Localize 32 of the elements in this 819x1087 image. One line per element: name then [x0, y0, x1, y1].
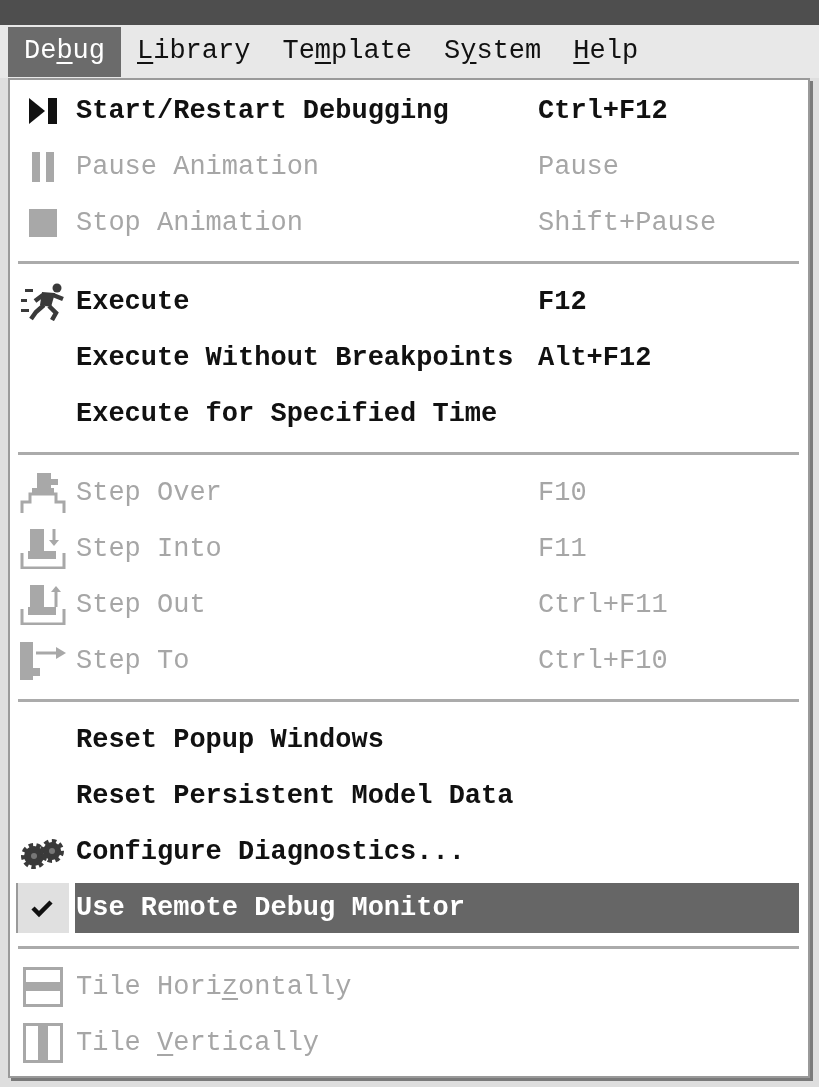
- shortcut-text: Ctrl+F10: [538, 647, 668, 675]
- menu-title[interactable]: Help: [557, 26, 655, 77]
- running-figure-icon: [20, 283, 65, 321]
- menu-item[interactable]: Execute F12: [75, 277, 799, 327]
- menu-item[interactable]: Reset Popup Windows: [75, 715, 799, 765]
- shortcut-text: F12: [538, 288, 587, 316]
- menu-title[interactable]: Library: [121, 26, 267, 77]
- shortcut-text: F11: [538, 535, 587, 563]
- shortcut-text: Pause: [538, 153, 619, 181]
- step-to-icon: [19, 642, 66, 680]
- menu-title[interactable]: System: [428, 26, 558, 77]
- menu-item[interactable]: Reset Persistent Model Data: [75, 771, 799, 821]
- shortcut-text: Alt+F12: [538, 344, 652, 372]
- menu-item[interactable]: Execute for Specified Time: [75, 389, 799, 439]
- shortcut-text: Ctrl+F11: [538, 591, 668, 619]
- shortcut-text: Shift+Pause: [538, 209, 717, 237]
- menu-item[interactable]: Execute Without Breakpoints Alt+F12: [75, 333, 799, 383]
- menu-item[interactable]: Use Remote Debug Monitor: [75, 883, 799, 933]
- step-into-icon: [19, 529, 66, 569]
- shortcut-text: F10: [538, 479, 587, 507]
- menu-title[interactable]: Debug: [8, 26, 121, 77]
- shortcut-text: Ctrl+F12: [538, 97, 668, 125]
- menu-item[interactable]: Start/Restart Debugging Ctrl+F12: [75, 86, 799, 136]
- pause-icon: [31, 152, 54, 182]
- menu-item[interactable]: Configure Diagnostics...: [75, 827, 799, 877]
- stop-icon: [28, 209, 57, 237]
- step-over-icon: [19, 473, 66, 513]
- step-out-icon: [19, 585, 66, 625]
- play-bar-icon: [28, 98, 57, 124]
- menu-title[interactable]: Template: [266, 26, 429, 77]
- vertical-split-icon: [22, 1023, 63, 1063]
- horizontal-split-icon: [22, 967, 63, 1007]
